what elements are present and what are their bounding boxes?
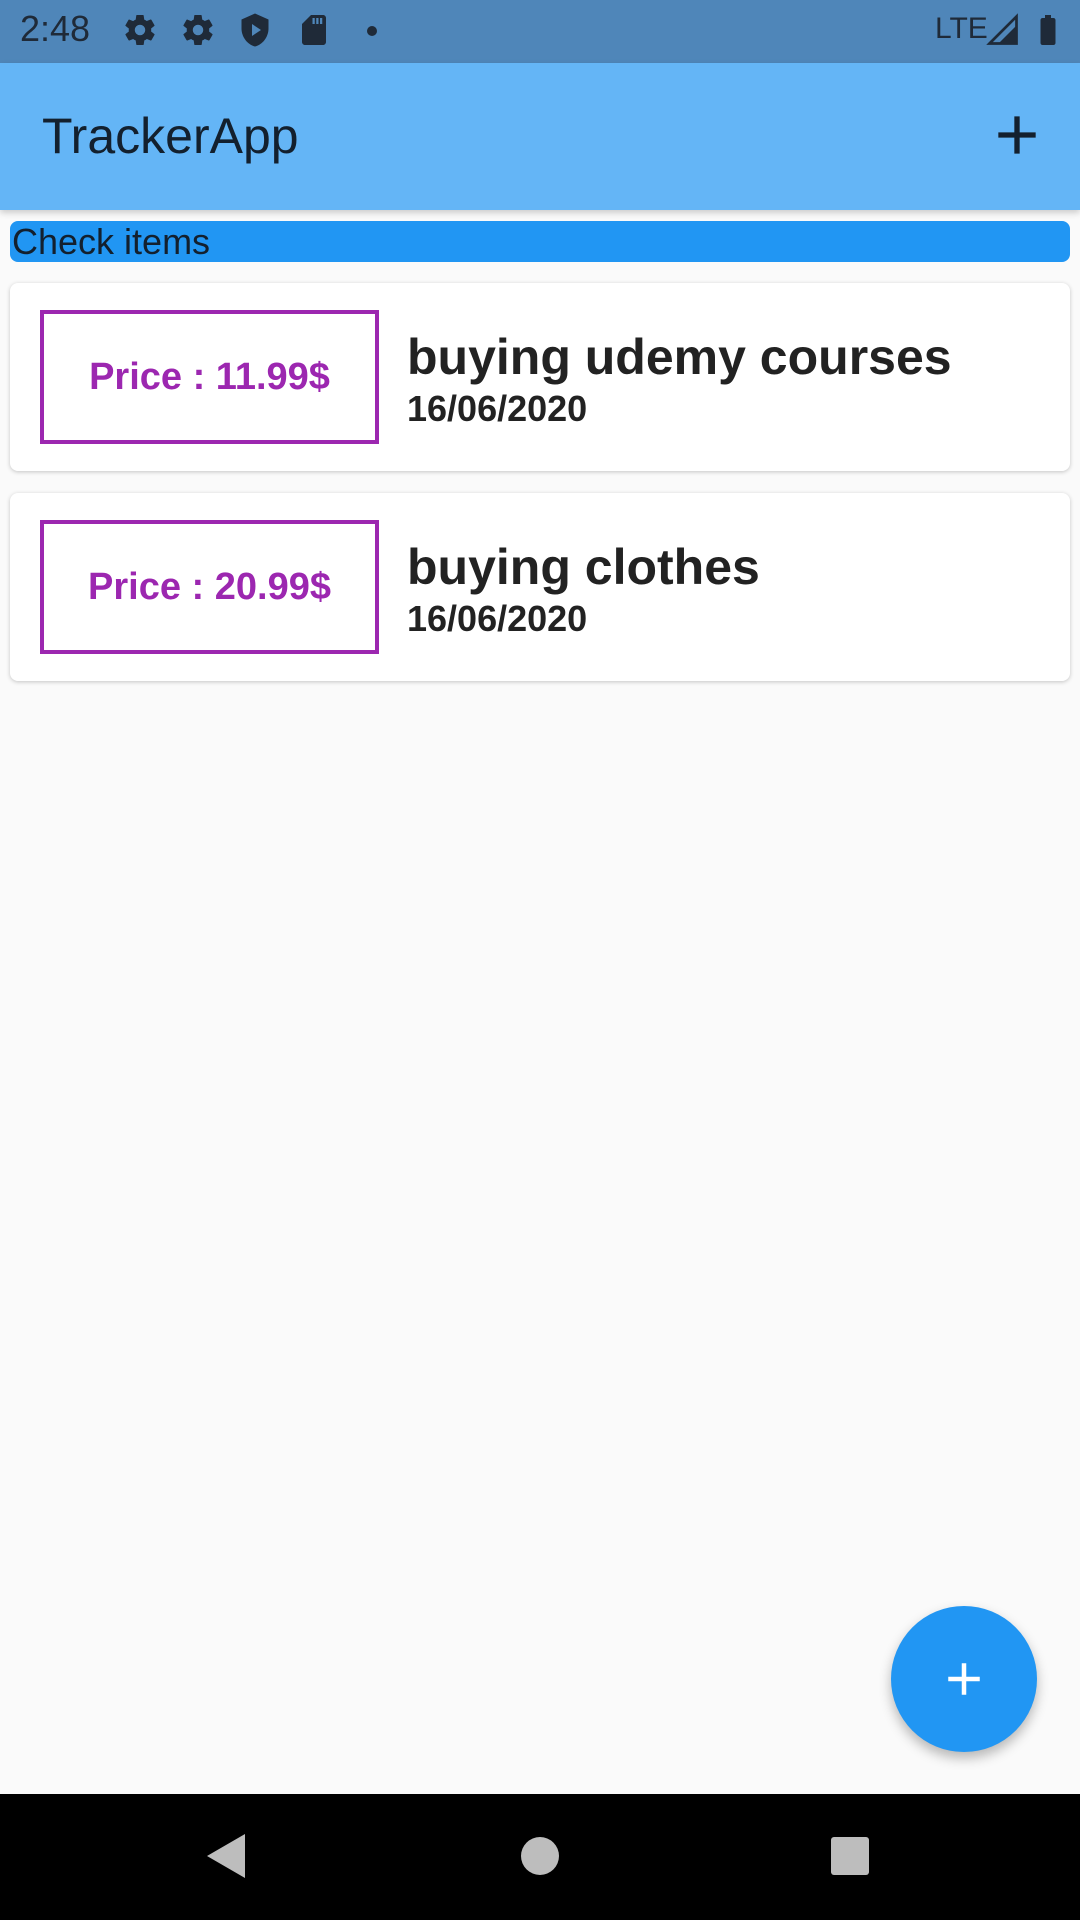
item-date: 16/06/2020: [407, 598, 588, 639]
app-bar: TrackerApp: [0, 63, 1080, 210]
price-box: Price : 11.99$: [40, 310, 379, 444]
price-box: Price : 20.99$: [40, 520, 379, 654]
dot-icon: [367, 26, 377, 36]
back-icon[interactable]: [193, 1824, 257, 1888]
status-bar: 2:48 LTE: [0, 0, 1080, 63]
status-time: 2:48: [20, 8, 91, 49]
network-type: LTE: [935, 12, 988, 45]
item-title: buying udemy courses: [407, 329, 952, 385]
item-card[interactable]: Price : 20.99$ buying clothes 16/06/2020: [10, 493, 1070, 681]
shield-play-icon: [237, 12, 273, 48]
recents-icon[interactable]: [818, 1824, 882, 1888]
item-title: buying clothes: [407, 539, 760, 595]
settings-gear-icon: [122, 12, 158, 48]
check-items-button[interactable]: Check items: [10, 221, 1070, 262]
battery-icon: [1030, 12, 1066, 48]
settings-gear-icon: [180, 12, 216, 48]
signal-icon: [985, 12, 1021, 48]
check-items-label: Check items: [12, 221, 211, 262]
item-price: Price : 11.99$: [89, 355, 330, 398]
app-title: TrackerApp: [42, 108, 299, 164]
item-date: 16/06/2020: [407, 388, 588, 429]
system-nav-bar: [0, 1794, 1080, 1920]
add-icon: [948, 1663, 980, 1695]
item-price: Price : 20.99$: [88, 565, 331, 608]
item-card[interactable]: Price : 11.99$ buying udemy courses 16/0…: [10, 283, 1070, 471]
add-item-fab[interactable]: [891, 1606, 1037, 1752]
add-icon[interactable]: [985, 103, 1049, 167]
home-icon[interactable]: [508, 1824, 572, 1888]
sd-card-icon: [296, 12, 332, 48]
